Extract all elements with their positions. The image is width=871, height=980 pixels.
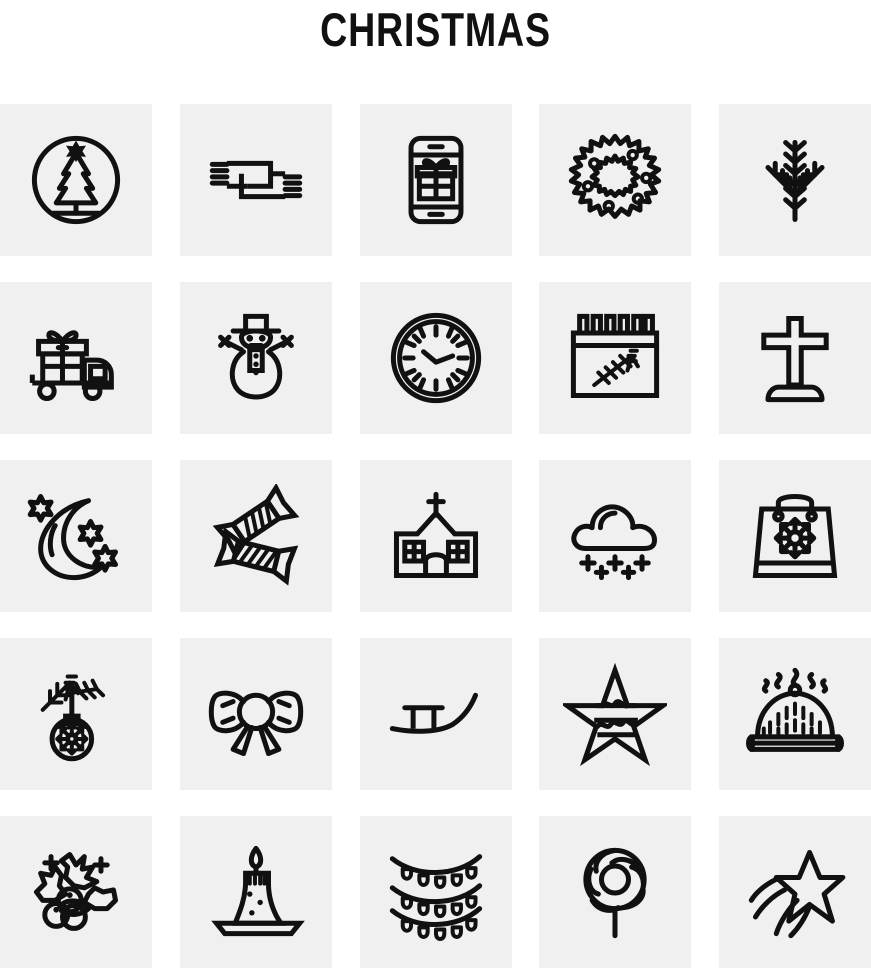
- icon-tile-candle[interactable]: [179, 816, 332, 968]
- string-lights-icon: [384, 840, 488, 944]
- candle-icon: [204, 840, 308, 944]
- icon-tile-bow-ribbon[interactable]: [179, 638, 332, 790]
- sled-icon: [384, 662, 488, 766]
- icon-tile-clock[interactable]: [359, 282, 512, 434]
- icon-tile-pine-branches[interactable]: [719, 104, 871, 256]
- icon-tile-christmas-tree-in-circle[interactable]: [0, 104, 152, 256]
- icon-tile-candy[interactable]: [179, 460, 332, 612]
- icon-tile-string-lights[interactable]: [359, 816, 512, 968]
- icon-tile-holly-berries[interactable]: [0, 816, 152, 968]
- icon-tile-snow-cloud[interactable]: [539, 460, 692, 612]
- icon-tile-church[interactable]: [359, 460, 512, 612]
- icon-tile-mobile-gift[interactable]: [359, 104, 512, 256]
- icon-grid: [0, 104, 871, 968]
- icon-tile-decorated-star[interactable]: [539, 638, 692, 790]
- wreath-icon: [563, 128, 667, 232]
- moon-and-stars-icon: [24, 484, 128, 588]
- icon-tile-scarf[interactable]: [179, 104, 332, 256]
- calendar-pine-icon: [563, 306, 667, 410]
- page-title: CHRISTMAS: [320, 3, 551, 56]
- icon-tile-calendar-pine[interactable]: [539, 282, 692, 434]
- icon-tile-christmas-pudding[interactable]: [719, 638, 871, 790]
- icon-tile-shopping-bag-snowflake[interactable]: [719, 460, 871, 612]
- christmas-tree-in-circle-icon: [24, 128, 128, 232]
- icon-tile-gift-delivery-truck[interactable]: [0, 282, 152, 434]
- shopping-bag-snowflake-icon: [743, 484, 847, 588]
- scarf-icon: [204, 128, 308, 232]
- icon-tile-ornament-ball-branch[interactable]: [0, 638, 152, 790]
- decorated-star-icon: [563, 662, 667, 766]
- bow-ribbon-icon: [204, 662, 308, 766]
- christmas-pudding-icon: [743, 662, 847, 766]
- icon-tile-snowman[interactable]: [179, 282, 332, 434]
- shooting-star-icon: [743, 840, 847, 944]
- icon-tile-cross[interactable]: [719, 282, 871, 434]
- icon-tile-sled[interactable]: [359, 638, 512, 790]
- ornament-ball-branch-icon: [24, 662, 128, 766]
- icon-tile-shooting-star[interactable]: [719, 816, 871, 968]
- candy-icon: [204, 484, 308, 588]
- icon-tile-lollipop[interactable]: [539, 816, 692, 968]
- church-icon: [384, 484, 488, 588]
- snow-cloud-icon: [563, 484, 667, 588]
- pine-branches-icon: [743, 128, 847, 232]
- icon-set-page: CHRISTMAS: [0, 0, 871, 980]
- mobile-gift-icon: [384, 128, 488, 232]
- clock-icon: [384, 306, 488, 410]
- icon-tile-wreath[interactable]: [539, 104, 692, 256]
- icon-tile-moon-and-stars[interactable]: [0, 460, 152, 612]
- cross-icon: [743, 306, 847, 410]
- gift-delivery-truck-icon: [24, 306, 128, 410]
- snowman-icon: [204, 306, 308, 410]
- holly-berries-icon: [24, 840, 128, 944]
- lollipop-icon: [563, 840, 667, 944]
